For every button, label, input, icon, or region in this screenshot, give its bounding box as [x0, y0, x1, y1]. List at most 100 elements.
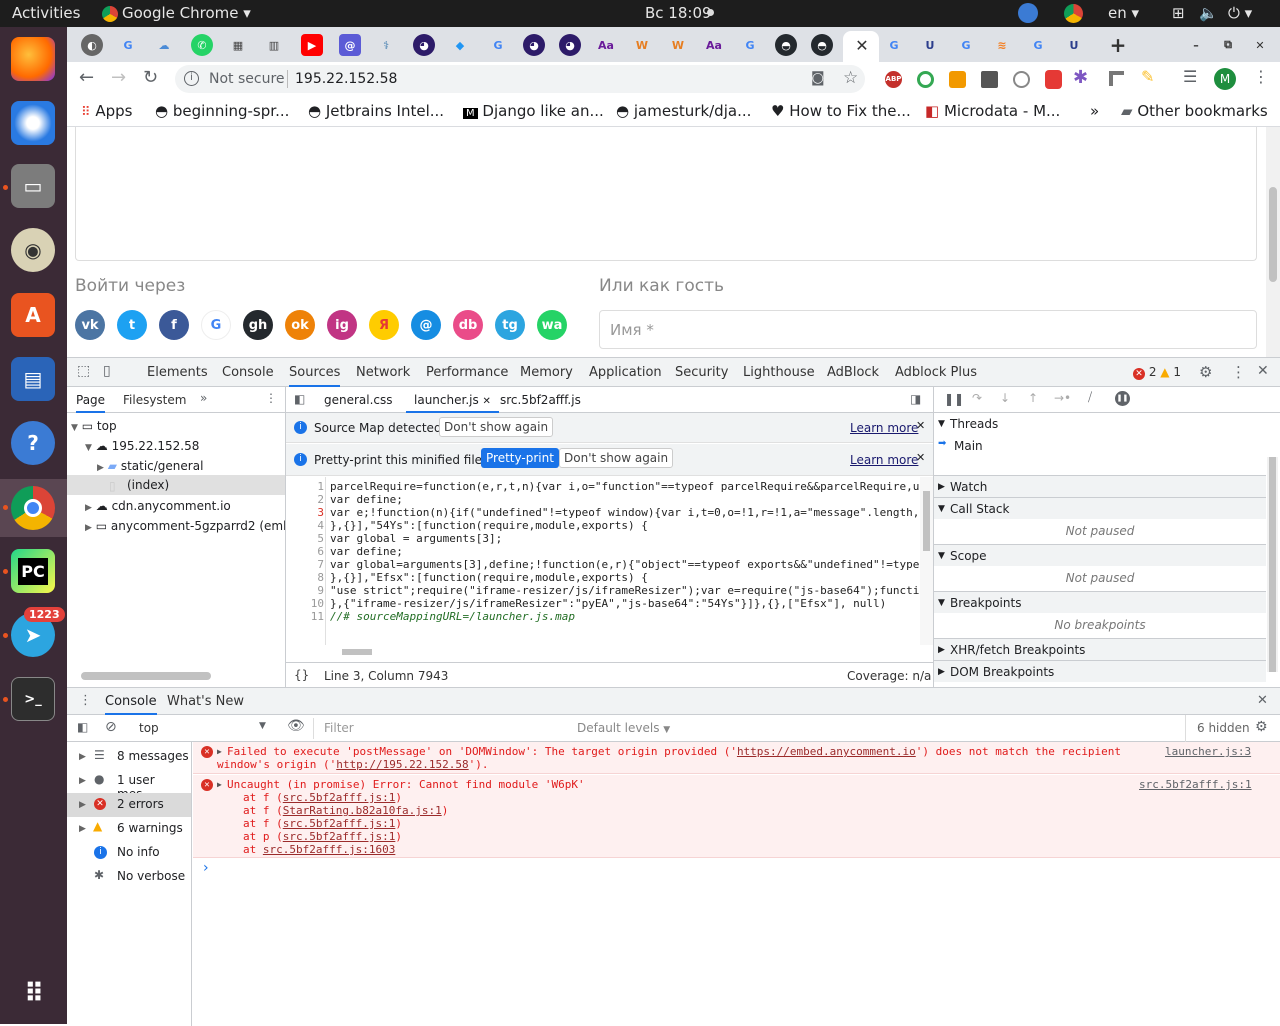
social-login-button-1[interactable]: t [117, 310, 147, 340]
line-number[interactable]: 4 [286, 519, 324, 532]
devtools-tab-performance[interactable]: Performance [426, 365, 508, 380]
bookmark-item[interactable]: M Django like an... [463, 102, 604, 120]
sidebar-scroll-thumb[interactable] [1269, 457, 1276, 672]
tab-favicon-1[interactable]: ◐ [81, 34, 103, 56]
window-close-icon[interactable]: ✕ [1249, 34, 1271, 56]
reload-icon[interactable]: ↻ [143, 67, 158, 88]
tree-item-host[interactable]: ▼ ☁ 195.22.152.58 [85, 439, 199, 453]
devtools-tab-network[interactable]: Network [356, 365, 410, 380]
line-number[interactable]: 5 [286, 532, 324, 545]
devtools-tab-elements[interactable]: Elements [147, 365, 208, 380]
extension-globe-icon[interactable] [1013, 71, 1030, 88]
devtools-tab-lighthouse[interactable]: Lighthouse [743, 365, 815, 380]
chrome-tray-icon[interactable] [1064, 4, 1083, 23]
adblock-plus-icon[interactable]: ABP [885, 71, 902, 88]
pretty-print-button[interactable]: Pretty-print [481, 448, 559, 468]
nav-more-icon[interactable]: » [200, 391, 207, 405]
line-number[interactable]: 9 [286, 584, 324, 597]
other-bookmarks[interactable]: ▰ Other bookmarks [1121, 102, 1268, 120]
chrome-menu-icon[interactable]: ⋮ [1253, 67, 1269, 86]
learn-more-link[interactable]: Learn more [850, 453, 918, 467]
tree-item-top[interactable]: ▼ ▭ top [71, 419, 117, 433]
activities-button[interactable]: Activities [12, 4, 80, 22]
firefox-icon[interactable] [11, 37, 55, 81]
terminal-icon[interactable]: >_ [11, 677, 55, 721]
dont-show-again-button[interactable]: Don't show again [439, 417, 554, 437]
deactivate-breakpoints-icon[interactable]: ⧸ [1088, 390, 1092, 405]
devtools-menu-icon[interactable]: ⋮ [1231, 363, 1246, 381]
social-login-button-5[interactable]: ok [285, 310, 315, 340]
file-tab-src-js[interactable]: src.5bf2afff.js [500, 393, 581, 407]
clock[interactable]: Вс 18:09 [645, 4, 712, 22]
infobar-close-icon[interactable]: ✕ [916, 451, 925, 464]
tab-w-1[interactable]: W [631, 34, 653, 56]
tab-app-1[interactable]: ◕ [413, 34, 435, 56]
file-tab-close-icon[interactable]: ✕ [483, 396, 491, 407]
tab-translate-2[interactable]: Aa [703, 34, 725, 56]
live-expression-icon[interactable]: 👁 [287, 718, 305, 734]
line-number[interactable]: 2 [286, 493, 324, 506]
line-number[interactable]: 11 [286, 610, 324, 623]
inspect-element-icon[interactable]: ⬚ [77, 363, 90, 379]
breakpoints-section[interactable]: ▼ Breakpoints [934, 591, 1266, 613]
devtools-tab-memory[interactable]: Memory [520, 365, 573, 380]
drawer-tab-whats-new[interactable]: What's New [167, 694, 244, 709]
tab-google-3[interactable]: G [739, 34, 761, 56]
social-login-button-6[interactable]: ig [327, 310, 357, 340]
show-applications-icon[interactable]: ⠿ [11, 972, 55, 1016]
bookmarks-overflow-icon[interactable]: » [1090, 102, 1099, 120]
files-icon[interactable]: ▭ [11, 164, 55, 208]
editor-hscroll-thumb[interactable] [342, 649, 372, 655]
help-icon[interactable]: ? [11, 421, 55, 465]
devtools-tab-console[interactable]: Console [222, 365, 274, 380]
extension-green-icon[interactable] [917, 71, 934, 88]
bookmark-item[interactable]: ♥ How to Fix the... [771, 102, 911, 120]
address-bar[interactable]: i Not secure 195.22.152.58 ◙ ☆ [175, 65, 865, 93]
file-tab-general-css[interactable]: general.css [324, 393, 393, 407]
devtools-tab-sources[interactable]: Sources [289, 365, 341, 387]
tab-translate-1[interactable]: Aa [595, 34, 617, 56]
tab-book[interactable]: ▥ [263, 34, 285, 56]
tree-item-index[interactable]: ▯ (index) [67, 475, 285, 495]
tab-github-1[interactable]: ◓ [775, 34, 797, 56]
social-login-button-3[interactable]: G [201, 310, 231, 340]
social-login-button-2[interactable]: f [159, 310, 189, 340]
info-icon[interactable]: i [184, 71, 199, 86]
frame-link[interactable]: src.5bf2afff.js:1 [283, 817, 396, 830]
tab-google-5[interactable]: G [955, 34, 977, 56]
show-sidebar-icon[interactable]: ◧ [77, 720, 88, 734]
sidebar-user-messages[interactable]: ▶●1 user mes... [67, 769, 191, 801]
extension-screenshot-icon[interactable] [981, 71, 998, 88]
console-prompt-icon[interactable]: › [203, 860, 209, 876]
pretty-print-toggle-icon[interactable]: {} [294, 668, 309, 682]
name-input[interactable]: Имя * [599, 310, 1257, 349]
social-login-button-8[interactable]: @ [411, 310, 441, 340]
line-number[interactable]: 3 [286, 506, 324, 519]
step-over-icon[interactable]: ↷ [972, 391, 982, 405]
log-levels-select[interactable]: Default levels ▼ [577, 721, 670, 735]
writer-icon[interactable]: ▤ [11, 357, 55, 401]
editor-vscroll-thumb[interactable] [923, 491, 930, 551]
tab-google-4[interactable]: G [883, 34, 905, 56]
sidebar-verbose[interactable]: ✱ No verbose [67, 865, 191, 889]
expand-icon[interactable]: ▶ [217, 778, 222, 791]
frame-link[interactable]: src.5bf2afff.js:1603 [263, 843, 395, 856]
software-center-icon[interactable]: A [11, 293, 55, 337]
network-icon[interactable]: ⊞ [1172, 4, 1185, 22]
clear-console-icon[interactable]: ⊘ [105, 719, 117, 735]
tree-item-embed[interactable]: ▶ ▭ anycomment-5gzparrd2 (embed [85, 519, 285, 533]
context-select[interactable]: top ▼ [131, 718, 271, 739]
threads-section[interactable]: ▼ Threads [934, 413, 1266, 435]
devtools-tab-security[interactable]: Security [675, 365, 728, 380]
app-menu[interactable]: Google Chrome ▾ [122, 4, 251, 22]
expand-icon[interactable]: ▶ [217, 745, 222, 758]
social-login-button-0[interactable]: vk [75, 310, 105, 340]
extension-puzzle-icon[interactable]: ✱ [1073, 67, 1088, 88]
tray-app-icon[interactable] [1018, 3, 1038, 23]
bookmark-item[interactable]: ◓ Jetbrains Intel... [308, 102, 444, 120]
nav-tab-page[interactable]: Page [76, 393, 106, 413]
frame-link[interactable]: StarRating.b82a10fa.js:1 [283, 804, 442, 817]
devtools-tab-adblock-plus[interactable]: Adblock Plus [895, 365, 977, 380]
tab-app-2[interactable]: ◕ [523, 34, 545, 56]
console-error-message[interactable]: ✕ ▶ Failed to execute 'postMessage' on '… [193, 742, 1280, 774]
